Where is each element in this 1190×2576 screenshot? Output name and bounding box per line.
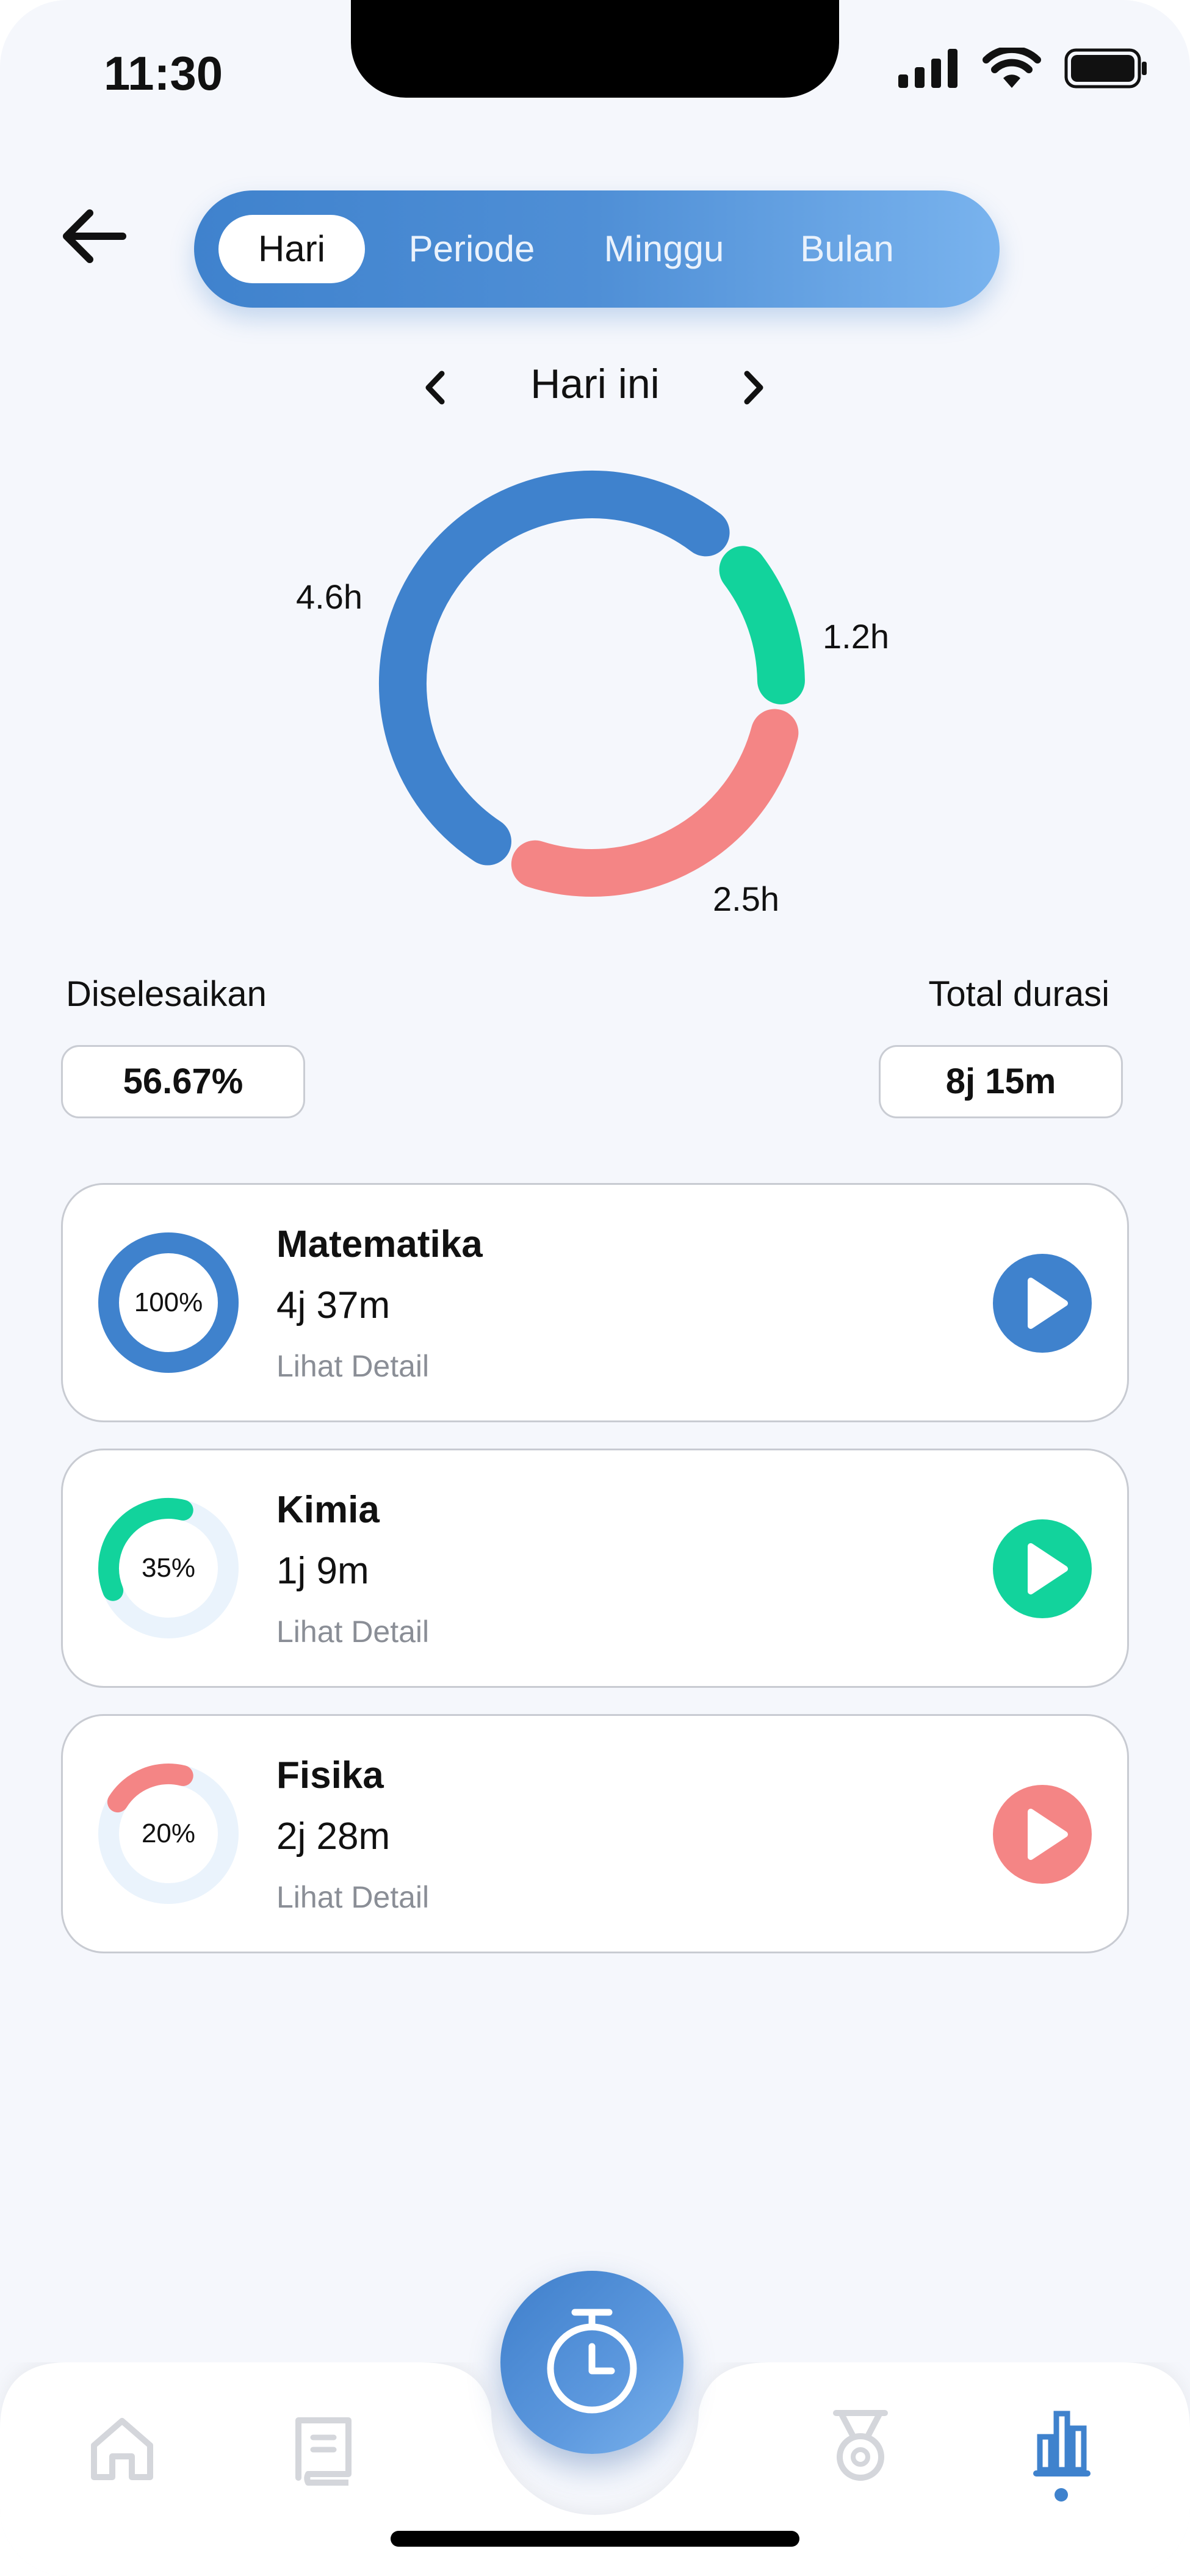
- period-tab-bar: Hari Periode Minggu Bulan: [194, 190, 1000, 308]
- progress-percent: 20%: [141, 1818, 196, 1848]
- subject-card-kimia[interactable]: 35% Kimia 1j 9m Lihat Detail: [61, 1449, 1129, 1688]
- book-icon[interactable]: [290, 2414, 357, 2487]
- subject-card-matematika[interactable]: 100% Matematika 4j 37m Lihat Detail: [61, 1183, 1129, 1422]
- donut-label-physics: 2.5h: [713, 880, 779, 918]
- donut-segment-math: [379, 471, 730, 866]
- home-indicator: [391, 2531, 799, 2547]
- back-button[interactable]: [58, 198, 131, 272]
- study-time-donut: [379, 471, 805, 897]
- play-button[interactable]: [993, 1519, 1092, 1618]
- play-icon: [1028, 1278, 1068, 1329]
- app-screen: 11:30 Hari Periode Minggu Bulan Hari ini…: [0, 0, 1190, 2576]
- battery-icon: [1064, 48, 1147, 89]
- subject-duration: 2j 28m: [276, 1815, 391, 1858]
- stopwatch-icon: [547, 2309, 637, 2414]
- progress-percent: 100%: [134, 1287, 203, 1317]
- donut-segment-chemistry: [719, 546, 805, 704]
- view-detail-link[interactable]: Lihat Detail: [276, 1614, 429, 1649]
- chevron-left-icon[interactable]: [415, 366, 458, 409]
- tab-minggu[interactable]: Minggu: [579, 215, 749, 283]
- play-button[interactable]: [993, 1254, 1092, 1353]
- play-icon: [1028, 1543, 1068, 1594]
- donut-label-math: 4.6h: [296, 577, 362, 616]
- wifi-icon: [983, 48, 1041, 88]
- bar-chart-icon[interactable]: [1031, 2406, 1092, 2480]
- total-duration-value: 8j 15m: [879, 1045, 1123, 1118]
- total-duration-label: Total durasi: [928, 974, 1109, 1014]
- view-detail-link[interactable]: Lihat Detail: [276, 1348, 429, 1384]
- status-icons: [898, 48, 1147, 89]
- active-tab-indicator: [1055, 2488, 1068, 2502]
- progress-percent: 35%: [141, 1553, 196, 1583]
- subject-card-fisika[interactable]: 20% Fisika 2j 28m Lihat Detail: [61, 1714, 1129, 1953]
- medal-icon[interactable]: [830, 2408, 891, 2484]
- subject-name: Kimia: [276, 1489, 380, 1531]
- completed-label: Diselesaikan: [66, 974, 267, 1014]
- tab-periode[interactable]: Periode: [389, 215, 554, 283]
- status-time: 11:30: [104, 46, 223, 100]
- completed-value: 56.67%: [61, 1045, 305, 1118]
- chevron-right-icon[interactable]: [731, 366, 774, 409]
- timer-fab-button[interactable]: [500, 2271, 683, 2454]
- play-icon: [1028, 1809, 1068, 1860]
- tab-bulan[interactable]: Bulan: [774, 215, 920, 283]
- donut-segment-physics: [511, 709, 799, 897]
- subject-name: Matematika: [276, 1223, 483, 1265]
- signal-icon: [898, 49, 957, 88]
- arrow-left-icon: [63, 209, 126, 263]
- date-navigator: Hari ini: [0, 354, 1190, 421]
- donut-label-chemistry: 1.2h: [823, 617, 889, 656]
- device-notch: [351, 0, 839, 98]
- tab-hari[interactable]: Hari: [218, 215, 365, 283]
- date-label: Hari ini: [530, 361, 660, 407]
- subject-name: Fisika: [276, 1754, 384, 1796]
- subject-duration: 1j 9m: [276, 1550, 369, 1592]
- subject-duration: 4j 37m: [276, 1284, 391, 1326]
- play-button[interactable]: [993, 1785, 1092, 1884]
- view-detail-link[interactable]: Lihat Detail: [276, 1880, 429, 1915]
- home-icon[interactable]: [85, 2411, 159, 2484]
